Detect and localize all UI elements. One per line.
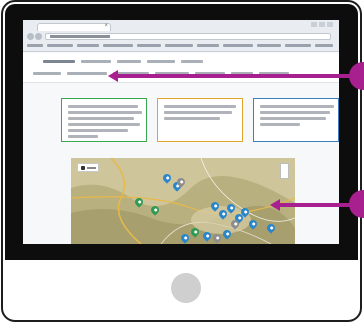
browser-chrome: ×: [23, 20, 339, 52]
nav-item[interactable]: [181, 60, 203, 63]
info-card-orange[interactable]: [157, 98, 243, 142]
bookmark-item[interactable]: [165, 44, 193, 47]
bookmark-item[interactable]: [77, 44, 99, 47]
card-text-line: [68, 129, 128, 132]
bookmark-item[interactable]: [223, 44, 253, 47]
bookmark-item[interactable]: [197, 44, 219, 47]
card-text-line: [68, 105, 138, 108]
bookmark-item[interactable]: [27, 44, 43, 47]
card-text-line: [164, 105, 236, 108]
forward-icon[interactable]: [35, 33, 42, 40]
minimize-icon[interactable]: [311, 22, 317, 27]
bookmark-item[interactable]: [137, 44, 161, 47]
nav-item-active[interactable]: [43, 60, 75, 63]
site-navigation: [23, 53, 339, 83]
bookmark-item[interactable]: [47, 44, 73, 47]
legend-marker: [81, 166, 85, 170]
card-text-line: [68, 117, 134, 120]
address-bar[interactable]: [45, 33, 331, 40]
info-card-green[interactable]: [61, 98, 147, 142]
maximize-icon[interactable]: [319, 22, 325, 27]
bookmarks-bar: [27, 43, 335, 48]
tablet-screen: ×: [23, 20, 339, 244]
nav-item[interactable]: [117, 60, 141, 63]
subnav-item[interactable]: [33, 72, 61, 75]
map-legend[interactable]: [77, 163, 99, 172]
nav-item[interactable]: [81, 60, 111, 63]
card-text-line: [68, 135, 98, 138]
card-text-line: [260, 123, 300, 126]
map-terrain: [71, 158, 295, 244]
legend-line: [87, 167, 96, 169]
info-card-blue[interactable]: [253, 98, 339, 142]
card-text-line: [164, 117, 220, 120]
bookmark-item[interactable]: [103, 44, 133, 47]
browser-tab[interactable]: ×: [37, 23, 111, 31]
home-button[interactable]: [171, 273, 201, 303]
location-map[interactable]: [71, 158, 295, 244]
map-zoom-control[interactable]: [280, 163, 289, 179]
card-text-line: [260, 117, 326, 120]
close-window-icon[interactable]: [327, 22, 333, 27]
subnav-item[interactable]: [67, 72, 107, 75]
bookmark-item[interactable]: [285, 44, 311, 47]
card-text-line: [68, 123, 140, 126]
back-icon[interactable]: [27, 33, 34, 40]
tablet-device: ×: [1, 0, 362, 322]
bookmark-item[interactable]: [257, 44, 281, 47]
card-text-line: [68, 111, 142, 114]
callout-arrow-top: [116, 74, 354, 78]
card-text-line: [260, 105, 334, 108]
url-text-placeholder: [50, 35, 110, 38]
tab-close-icon[interactable]: ×: [104, 22, 108, 30]
bookmark-item[interactable]: [315, 44, 333, 47]
nav-item[interactable]: [147, 60, 175, 63]
card-text-line: [164, 111, 232, 114]
card-text-line: [260, 111, 330, 114]
callout-arrow-bottom: [278, 203, 354, 207]
